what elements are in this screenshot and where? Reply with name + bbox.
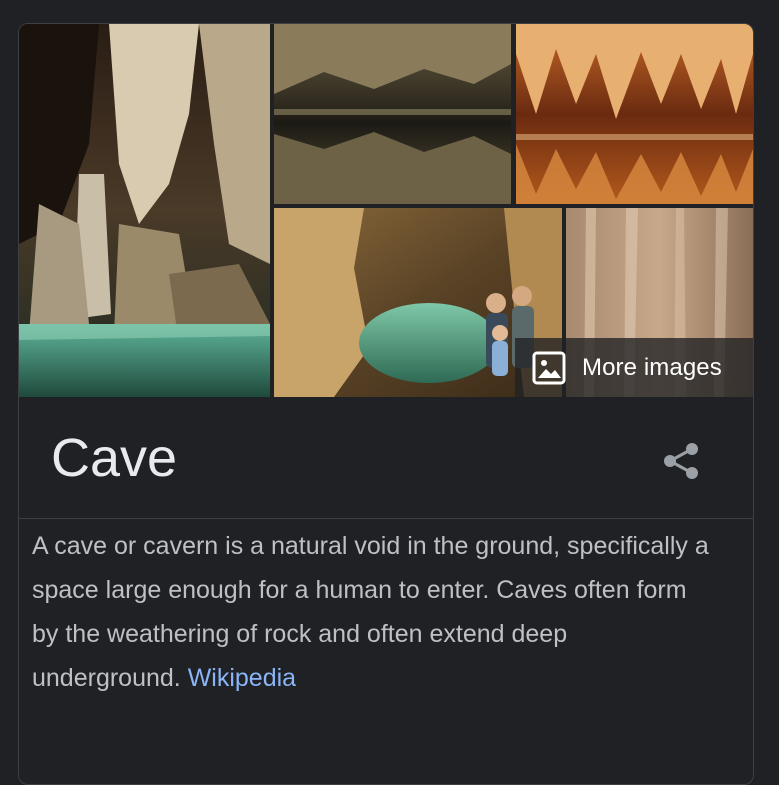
title-row: Cave (19, 397, 753, 519)
description-text: A cave or cavern is a natural void in th… (32, 532, 709, 692)
more-images-button[interactable]: More images (515, 338, 753, 397)
image-grid: More images (19, 24, 753, 397)
cave-image-3[interactable] (516, 24, 753, 204)
share-icon[interactable] (657, 437, 705, 485)
more-images-label: More images (582, 353, 722, 381)
panel-title: Cave (51, 428, 178, 488)
cave-image-2[interactable] (274, 24, 511, 204)
image-icon (532, 351, 566, 385)
wikipedia-link[interactable]: Wikipedia (188, 664, 296, 692)
panel-description: A cave or cavern is a natural void in th… (32, 524, 712, 700)
cave-image-1[interactable] (19, 24, 270, 397)
